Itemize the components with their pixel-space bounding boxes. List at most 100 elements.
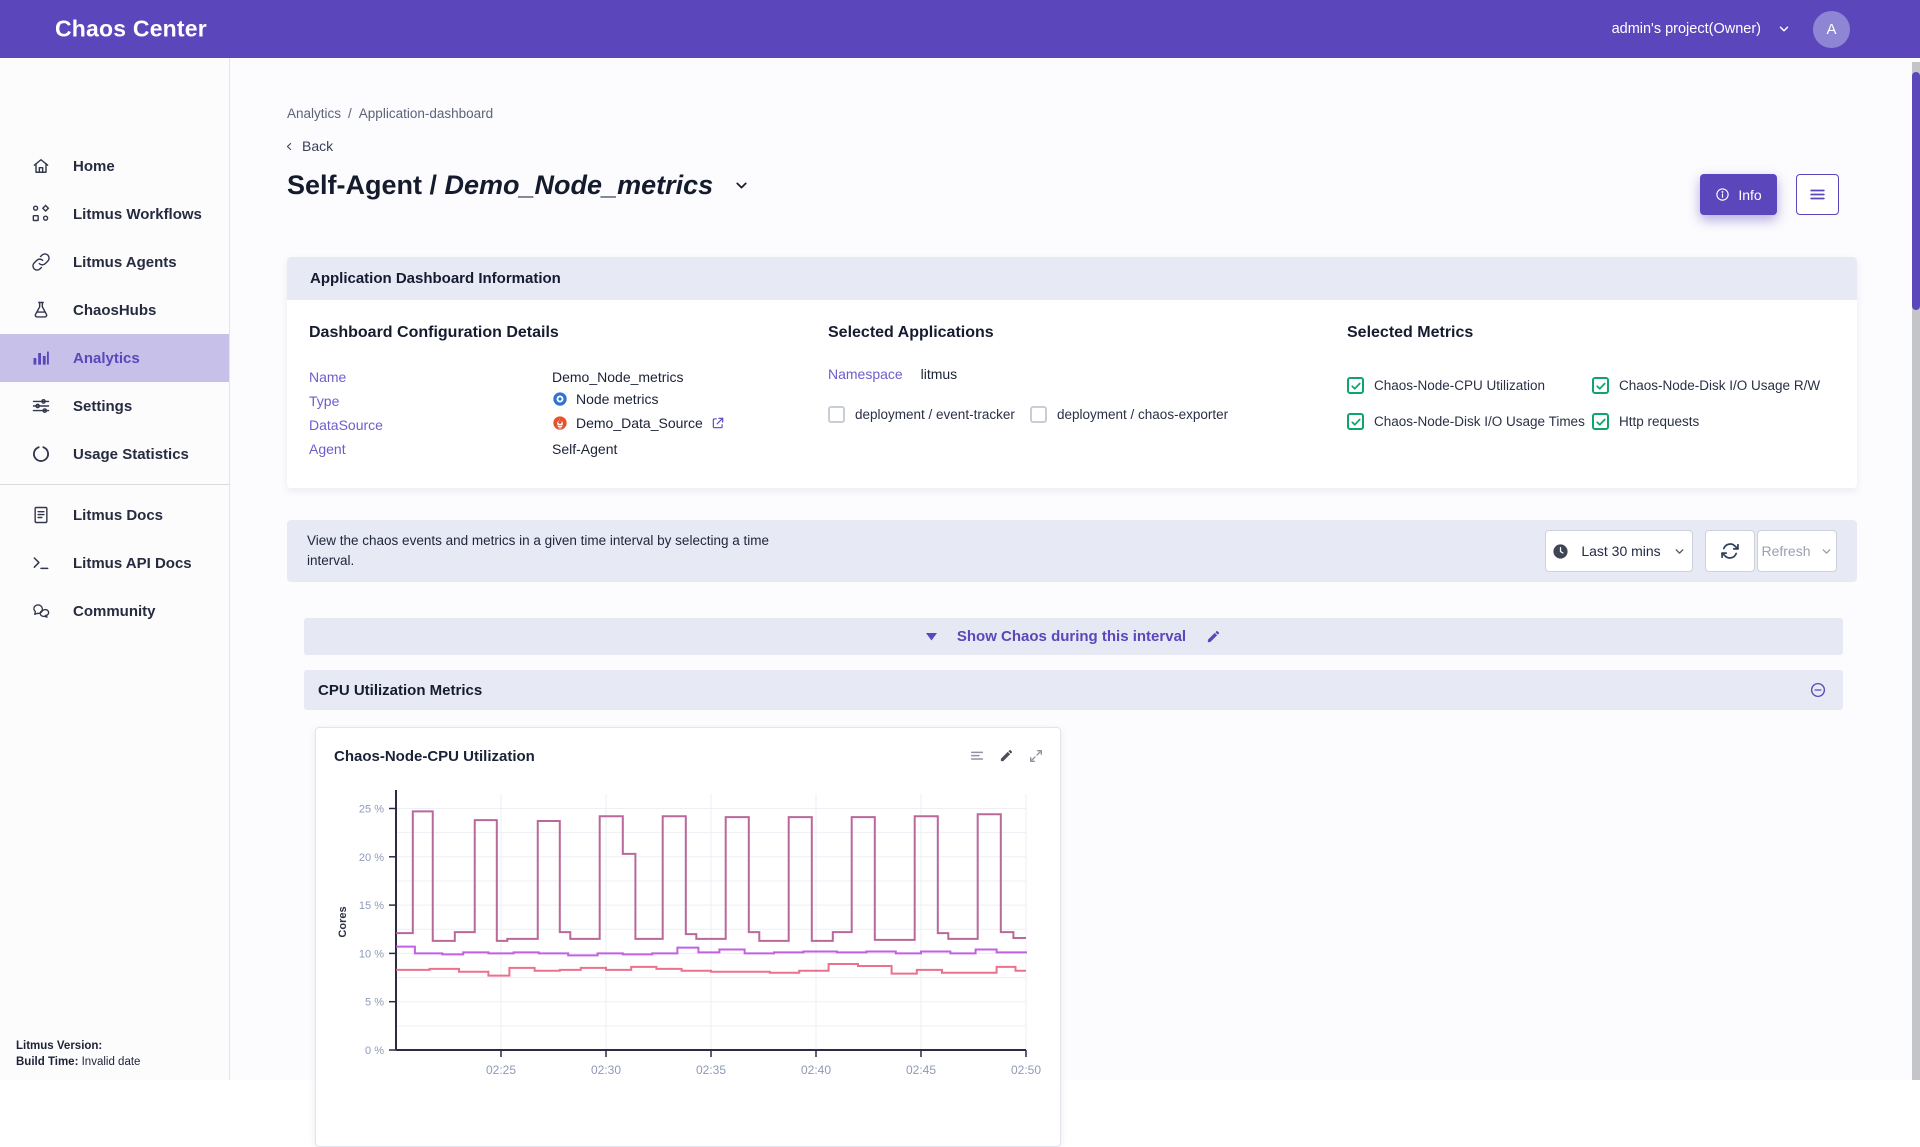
info-button[interactable]: Info xyxy=(1700,174,1777,215)
checkbox-unchecked-icon xyxy=(828,406,845,423)
node-metrics-icon xyxy=(552,391,568,407)
terminal-icon xyxy=(31,553,51,573)
svg-text:0 %: 0 % xyxy=(365,1045,384,1057)
svg-text:02:35: 02:35 xyxy=(696,1063,726,1077)
usage-statistics-icon xyxy=(31,444,51,464)
build-time-value: Invalid date xyxy=(82,1056,141,1068)
chevron-down-icon xyxy=(1820,545,1833,558)
title-dashboard-part: Demo_Node_metrics xyxy=(445,170,714,200)
metric-checkbox-disk-io-rw[interactable]: Chaos-Node-Disk I/O Usage R/W xyxy=(1592,377,1820,394)
avatar[interactable]: A xyxy=(1813,11,1850,48)
app-checkbox-chaos-exporter[interactable]: deployment / chaos-exporter xyxy=(1030,406,1228,423)
config-name-label: Name xyxy=(309,369,346,385)
chart-expand-icon[interactable] xyxy=(1028,748,1044,764)
config-datasource-value: Demo_Data_Source xyxy=(552,415,725,431)
breadcrumb-application-dashboard[interactable]: Application-dashboard xyxy=(359,106,493,121)
svg-text:02:50: 02:50 xyxy=(1011,1063,1041,1077)
hamburger-icon xyxy=(1808,185,1827,204)
config-type-label: Type xyxy=(309,393,339,409)
svg-text:Cores: Cores xyxy=(337,906,349,937)
sidebar-divider xyxy=(0,484,229,485)
chaoshubs-icon xyxy=(31,300,51,320)
app-checkbox-event-tracker[interactable]: deployment / event-tracker xyxy=(828,406,1015,423)
home-icon xyxy=(31,156,51,176)
cpu-utilization-section-header: CPU Utilization Metrics xyxy=(304,670,1843,710)
sidebar-item-litmus-api-docs[interactable]: Litmus API Docs xyxy=(0,539,229,587)
brand-title: Chaos Center xyxy=(55,16,207,43)
analytics-icon xyxy=(31,348,51,368)
time-range-select[interactable]: Last 30 mins xyxy=(1545,530,1693,572)
refresh-interval-select[interactable]: Refresh xyxy=(1757,530,1837,572)
breadcrumb-analytics[interactable]: Analytics xyxy=(287,106,341,121)
chevron-down-icon xyxy=(1673,545,1686,558)
svg-text:02:40: 02:40 xyxy=(801,1063,831,1077)
panel-title: Application Dashboard Information xyxy=(287,257,1857,300)
svg-text:15 %: 15 % xyxy=(359,900,384,912)
cpu-utilization-chart[interactable]: 0 % 5 % 10 % 15 % 20 % 25 % 02:25 02:30 02:35 02:… xyxy=(336,780,1046,1120)
sidebar-item-litmus-workflows[interactable]: Litmus Workflows xyxy=(0,190,229,238)
scrollbar-thumb[interactable] xyxy=(1912,72,1920,310)
config-datasource-label: DataSource xyxy=(309,417,383,433)
chevron-left-icon xyxy=(284,141,295,152)
sidebar-item-community[interactable]: Community xyxy=(0,587,229,635)
refresh-now-button[interactable] xyxy=(1705,530,1755,572)
prometheus-icon xyxy=(552,415,568,431)
main-content: Analytics / Application-dashboard Back S… xyxy=(230,58,1920,1080)
info-icon xyxy=(1715,187,1730,202)
config-agent-value: Self-Agent xyxy=(552,441,617,457)
svg-text:02:25: 02:25 xyxy=(486,1063,516,1077)
svg-text:20 %: 20 % xyxy=(359,852,384,864)
sidebar-item-analytics[interactable]: Analytics xyxy=(0,334,229,382)
settings-icon xyxy=(31,396,51,416)
clock-icon xyxy=(1552,543,1569,560)
litmus-version-label: Litmus Version: xyxy=(16,1040,102,1052)
chart-title: Chaos-Node-CPU Utilization xyxy=(334,748,535,765)
show-chaos-toggle[interactable]: Show Chaos during this interval xyxy=(304,618,1843,655)
config-details-heading: Dashboard Configuration Details xyxy=(309,324,559,342)
edit-pencil-icon[interactable] xyxy=(1206,629,1221,644)
svg-text:02:30: 02:30 xyxy=(591,1063,621,1077)
namespace-label: Namespace xyxy=(828,366,903,382)
sidebar-item-litmus-docs[interactable]: Litmus Docs xyxy=(0,491,229,539)
version-info: Litmus Version: Build Time: Invalid date xyxy=(16,1038,140,1070)
triangle-down-icon xyxy=(926,633,937,641)
svg-text:25 %: 25 % xyxy=(359,803,384,815)
sidebar-item-settings[interactable]: Settings xyxy=(0,382,229,430)
external-link-icon[interactable] xyxy=(711,416,725,430)
project-switcher[interactable]: admin's project(Owner) xyxy=(1612,21,1791,37)
back-button[interactable]: Back xyxy=(284,138,333,154)
svg-text:10 %: 10 % xyxy=(359,948,384,960)
title-chevron-down-icon[interactable] xyxy=(733,177,750,194)
metric-checkbox-disk-io-times[interactable]: Chaos-Node-Disk I/O Usage Times xyxy=(1347,413,1585,430)
agents-icon xyxy=(31,252,51,272)
workflows-icon xyxy=(31,204,51,224)
namespace-value: litmus xyxy=(921,366,958,382)
sidebar-item-chaoshubs[interactable]: ChaosHubs xyxy=(0,286,229,334)
interval-description: View the chaos events and metrics in a g… xyxy=(307,531,812,571)
config-agent-label: Agent xyxy=(309,441,346,457)
project-label: admin's project(Owner) xyxy=(1612,21,1761,37)
svg-text:5 %: 5 % xyxy=(365,997,384,1009)
sidebar-item-usage-statistics[interactable]: Usage Statistics xyxy=(0,430,229,478)
selected-applications-heading: Selected Applications xyxy=(828,324,994,342)
section-title: CPU Utilization Metrics xyxy=(318,682,482,699)
selected-metrics-heading: Selected Metrics xyxy=(1347,324,1473,342)
sidebar: Home Litmus Workflows Litmus Agents Chao… xyxy=(0,58,230,1080)
checkbox-checked-icon xyxy=(1347,377,1364,394)
chart-edit-pencil-icon[interactable] xyxy=(999,748,1014,764)
metric-checkbox-http-requests[interactable]: Http requests xyxy=(1592,413,1699,430)
breadcrumb: Analytics / Application-dashboard xyxy=(287,106,493,121)
metric-checkbox-cpu-utilization[interactable]: Chaos-Node-CPU Utilization xyxy=(1347,377,1545,394)
chevron-down-icon xyxy=(1777,22,1791,36)
checkbox-checked-icon xyxy=(1592,413,1609,430)
sidebar-item-home[interactable]: Home xyxy=(0,142,229,190)
cpu-utilization-chart-card: Chaos-Node-CPU Utilization 0 % 5 % 10 % 15 … xyxy=(315,727,1061,1147)
checkbox-unchecked-icon xyxy=(1030,406,1047,423)
dashboard-menu-button[interactable] xyxy=(1796,174,1839,215)
chart-options-icon[interactable] xyxy=(969,748,985,764)
docs-icon xyxy=(31,505,51,525)
sidebar-item-litmus-agents[interactable]: Litmus Agents xyxy=(0,238,229,286)
collapse-minus-icon[interactable] xyxy=(1809,681,1827,699)
page-title: Self-Agent / Demo_Node_metrics xyxy=(287,170,713,201)
namespace-row: Namespace litmus xyxy=(828,366,957,382)
